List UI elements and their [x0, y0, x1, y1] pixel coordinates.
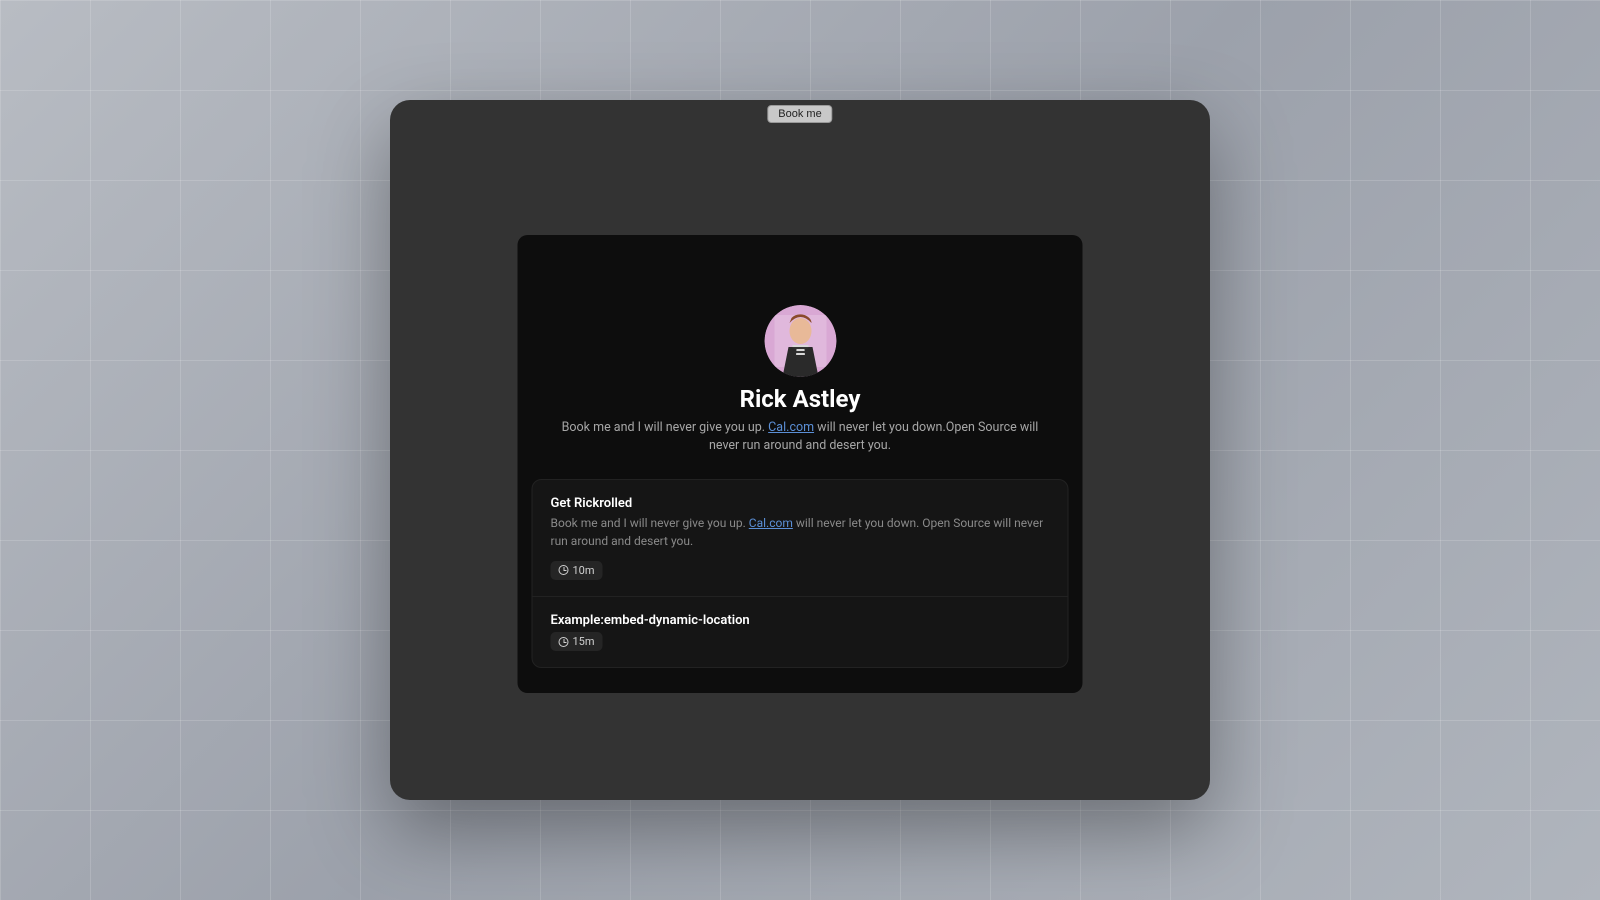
- events-list: Get Rickrolled Book me and I will never …: [532, 479, 1069, 668]
- bio-text-pre: Book me and I will never give you up.: [562, 420, 769, 435]
- book-me-button[interactable]: Book me: [767, 105, 832, 123]
- clock-icon: [559, 637, 569, 647]
- profile-bio: Book me and I will never give you up. Ca…: [548, 419, 1053, 455]
- avatar: [764, 305, 836, 377]
- duration-pill: 15m: [551, 632, 603, 651]
- event-item[interactable]: Get Rickrolled Book me and I will never …: [533, 480, 1068, 595]
- duration-value: 10m: [573, 564, 595, 577]
- event-description: Book me and I will never give you up. Ca…: [551, 515, 1050, 550]
- bio-link[interactable]: Cal.com: [768, 420, 814, 435]
- duration-pill: 10m: [551, 561, 603, 580]
- event-desc-link[interactable]: Cal.com: [749, 516, 793, 530]
- clock-icon: [559, 565, 569, 575]
- profile-name: Rick Astley: [548, 385, 1053, 413]
- duration-value: 15m: [573, 635, 595, 648]
- event-title: Example:embed-dynamic-location: [551, 613, 1050, 628]
- event-item[interactable]: Example:embed-dynamic-location 15m: [533, 596, 1068, 668]
- demo-frame: Book me Rick A: [390, 100, 1210, 800]
- event-desc-pre: Book me and I will never give you up.: [551, 516, 749, 530]
- profile-header: Rick Astley Book me and I will never giv…: [532, 305, 1069, 455]
- event-title: Get Rickrolled: [551, 496, 1050, 511]
- booking-widget: Rick Astley Book me and I will never giv…: [518, 235, 1083, 693]
